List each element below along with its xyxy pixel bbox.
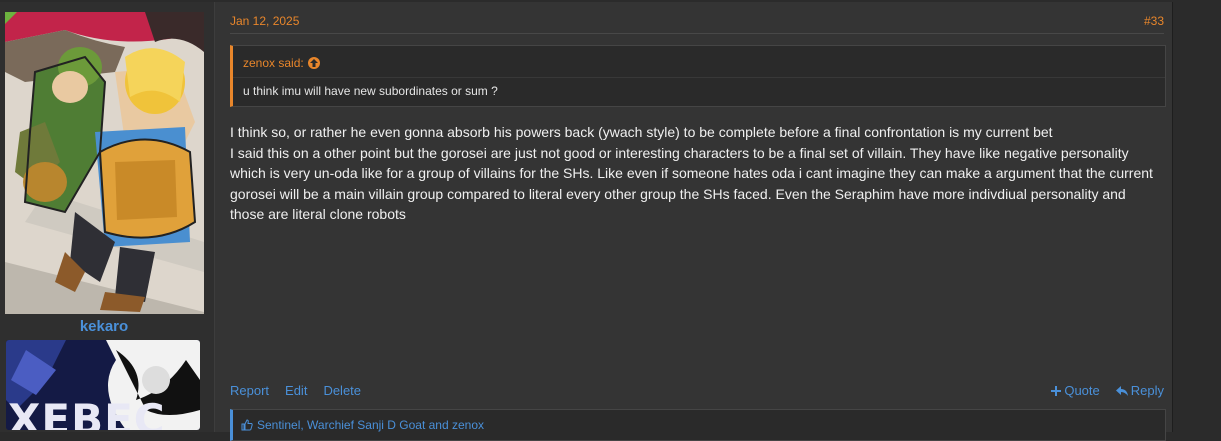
post-number[interactable]: #33 — [1144, 14, 1164, 28]
header-divider — [230, 33, 1164, 34]
user-banner: XEBEC — [6, 340, 200, 430]
quote-button-label: Quote — [1064, 383, 1100, 398]
message-paragraph: I think so, or rather he even gonna abso… — [230, 124, 1053, 140]
reactions-users[interactable]: Sentinel, Warchief Sanji D Goat and zeno… — [257, 418, 484, 432]
plus-icon — [1051, 385, 1062, 396]
quote-divider — [233, 77, 1165, 78]
avatar[interactable] — [5, 12, 204, 314]
arrow-up-circle-icon[interactable] — [307, 57, 320, 69]
quote-attribution[interactable]: zenox said: — [243, 56, 320, 70]
message-paragraph: I said this on a other point but the gor… — [230, 144, 1153, 223]
quote-block: zenox said: u think imu will have new su… — [230, 45, 1166, 107]
username-link[interactable]: kekaro — [0, 318, 208, 335]
user-column: kekaro XEBEC — [0, 2, 215, 432]
avatar-image — [5, 12, 204, 314]
quote-author[interactable]: zenox said: — [243, 56, 304, 70]
banner-text: XEBEC — [8, 395, 166, 430]
post-main: Jan 12, 2025 #33 zenox said: u think imu… — [230, 2, 1166, 441]
post-date[interactable]: Jan 12, 2025 — [230, 14, 299, 28]
post-actions: Report Edit Delete Quote Reply — [230, 383, 1164, 401]
reply-button-label: Reply — [1130, 383, 1164, 398]
edit-link[interactable]: Edit — [285, 383, 307, 398]
reply-arrow-icon — [1115, 385, 1128, 396]
quote-button[interactable]: Quote — [1051, 383, 1100, 398]
quote-text: u think imu will have new subordinates o… — [243, 84, 498, 98]
online-indicator — [5, 12, 17, 24]
post-message: I think so, or rather he even gonna abso… — [230, 122, 1160, 225]
forum-post: kekaro XEBEC Jan 12, 2025 #33 zenox said… — [0, 2, 1173, 441]
report-link[interactable]: Report — [230, 383, 269, 398]
thumbs-up-icon — [241, 419, 253, 431]
reactions-bar: Sentinel, Warchief Sanji D Goat and zeno… — [230, 409, 1166, 441]
delete-link[interactable]: Delete — [323, 383, 361, 398]
reply-button[interactable]: Reply — [1115, 383, 1164, 398]
